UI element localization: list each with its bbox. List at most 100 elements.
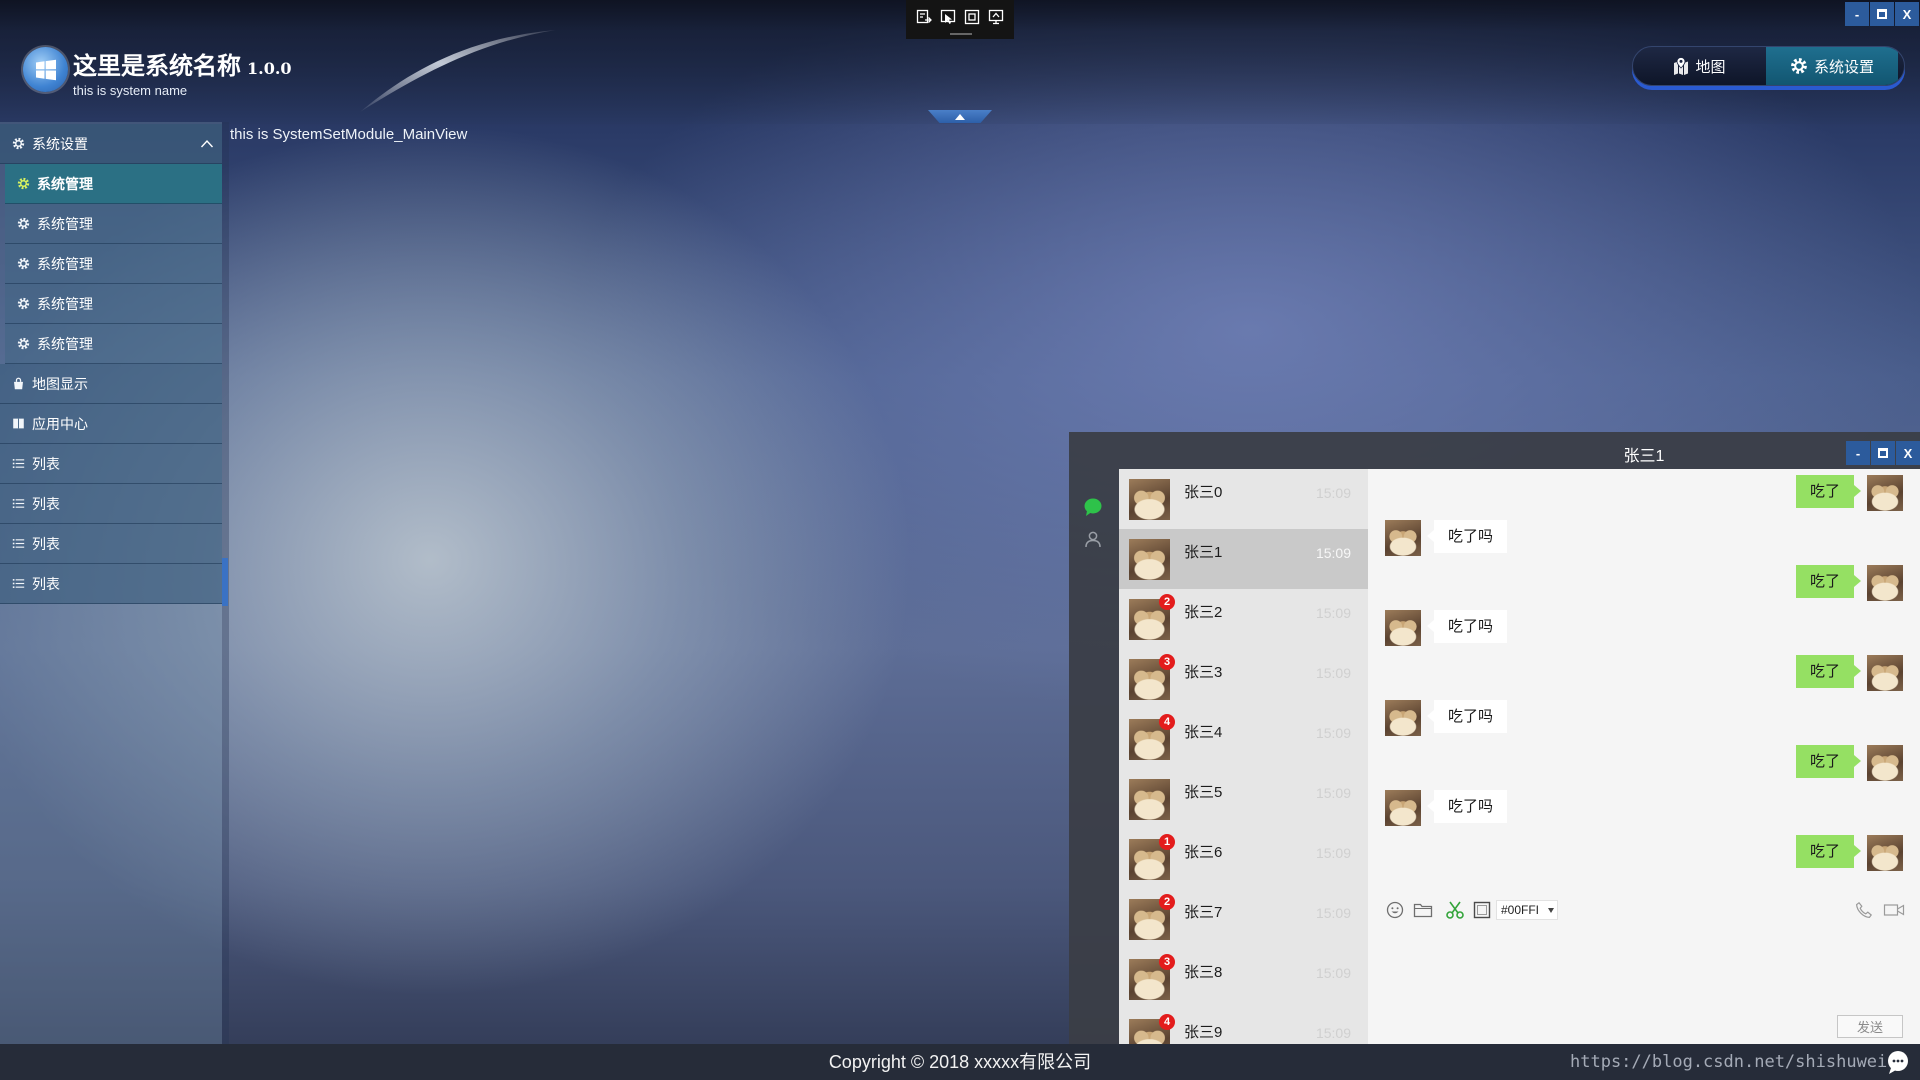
contact-item[interactable]: 4 张三4 15:09: [1119, 709, 1368, 769]
contact-item[interactable]: 3 张三3 15:09: [1119, 649, 1368, 709]
message-bubble: 吃了: [1795, 745, 1862, 778]
chat-window: 张三1 - X 张三0 15:09 张三1 15:09 2 张三2 15:09 3 张三3 15:…: [1069, 432, 1920, 1044]
gear-icon: [16, 217, 30, 231]
watermark-text: https://blog.csdn.net/shishuwei: [1570, 1052, 1888, 1072]
fullscreen-icon[interactable]: [962, 7, 982, 27]
avatar: [1867, 655, 1903, 691]
sidebar-item-list[interactable]: 列表: [0, 484, 222, 524]
contact-item[interactable]: 2 张三7 15:09: [1119, 889, 1368, 949]
sidebar-item-list[interactable]: 列表: [0, 524, 222, 564]
sidebar-item-label: 列表: [32, 455, 60, 472]
sidebar-toggle-handle[interactable]: [222, 558, 228, 606]
sidebar-item-map-display[interactable]: 地图显示: [0, 364, 222, 404]
contact-item[interactable]: 张三0 15:09: [1119, 469, 1368, 529]
nav-map-button[interactable]: 地图: [1633, 47, 1766, 85]
image-icon[interactable]: [1471, 899, 1493, 921]
contact-item[interactable]: 1 张三6 15:09: [1119, 829, 1368, 889]
close-button[interactable]: X: [1895, 2, 1919, 26]
incoming-message: 吃了吗: [1368, 520, 1920, 556]
chat-bubble-icon[interactable]: [1083, 497, 1103, 517]
contact-list[interactable]: 张三0 15:09 张三1 15:09 2 张三2 15:09 3 张三3 15:09 4 张三4 15…: [1119, 469, 1368, 1044]
chat-minimize-button[interactable]: -: [1846, 441, 1870, 465]
nav-map-label: 地图: [1695, 58, 1726, 76]
video-icon[interactable]: [1883, 899, 1905, 921]
chat-side-strip: [1069, 469, 1119, 1044]
chat-pane: 吃了 吃了吗 吃了 吃了吗 吃了 吃了吗 吃了 吃了吗 吃了 #00FFI 发送: [1368, 469, 1920, 1044]
phone-icon[interactable]: [1853, 899, 1875, 921]
contact-time: 15:09: [1315, 725, 1351, 741]
pointer-select-icon[interactable]: [938, 7, 958, 27]
folder-icon[interactable]: [1412, 899, 1434, 921]
chat-maximize-button[interactable]: [1871, 441, 1895, 465]
minimize-button[interactable]: -: [1845, 2, 1869, 26]
contact-name: 张三6: [1184, 844, 1223, 861]
nav-system-settings-button[interactable]: 系统设置: [1766, 47, 1898, 85]
scissors-icon[interactable]: [1444, 899, 1466, 921]
sidebar-item-system-management[interactable]: 系统管理: [5, 244, 222, 284]
avatar: [1385, 790, 1421, 826]
message-text: 吃了吗: [1448, 528, 1494, 545]
contact-item[interactable]: 2 张三2 15:09: [1119, 589, 1368, 649]
message-bubble: 吃了吗: [1426, 790, 1508, 823]
sidebar-item-system-management[interactable]: 系统管理: [5, 324, 222, 364]
message-bubble: 吃了: [1795, 565, 1862, 598]
avatar: [1129, 779, 1170, 820]
color-select-value: #00FFI: [1501, 903, 1540, 917]
contact-time: 15:09: [1315, 485, 1351, 501]
gear-icon: [11, 137, 25, 151]
maximize-icon: [1878, 448, 1888, 458]
list-icon: [11, 457, 25, 471]
sidebar-item-label: 系统管理: [37, 335, 93, 352]
contact-item[interactable]: 3 张三8 15:09: [1119, 949, 1368, 1009]
contact-item[interactable]: 张三1 15:09: [1119, 529, 1368, 589]
header-swoosh: [360, 30, 556, 112]
sidebar-group-system-settings[interactable]: 系统设置: [0, 124, 222, 164]
gear-icon: [16, 297, 30, 311]
sidebar-item-label: 列表: [32, 535, 60, 552]
sidebar-item-list[interactable]: 列表: [0, 564, 222, 604]
message-text: 吃了: [1809, 843, 1840, 860]
top-navigation: 地图 系统设置: [1632, 46, 1905, 86]
sidebar-item-app-center[interactable]: 应用中心: [0, 404, 222, 444]
contact-name: 张三0: [1184, 484, 1223, 501]
avatar: [1129, 479, 1170, 520]
contact-item[interactable]: 张三5 15:09: [1119, 769, 1368, 829]
gear-icon: [16, 337, 30, 351]
sidebar-item-system-management[interactable]: 系统管理: [5, 284, 222, 324]
unread-badge: 2: [1159, 594, 1175, 610]
unread-badge: 3: [1159, 654, 1175, 670]
message-bubble: 吃了吗: [1426, 700, 1508, 733]
avatar: 3: [1129, 654, 1175, 700]
screen-share-icon[interactable]: [986, 7, 1006, 27]
send-button[interactable]: 发送: [1837, 1015, 1903, 1038]
message-bubble: 吃了吗: [1426, 520, 1508, 553]
contact-time: 15:09: [1315, 845, 1351, 861]
contact-item[interactable]: 4 张三9 15:09: [1119, 1009, 1368, 1044]
chat-close-button[interactable]: X: [1896, 441, 1920, 465]
avatar: [1867, 745, 1903, 781]
contact-name: 张三1: [1184, 544, 1223, 561]
chevron-up-icon: [955, 113, 965, 120]
unread-badge: 2: [1159, 894, 1175, 910]
incoming-message: 吃了吗: [1368, 790, 1920, 826]
export-icon[interactable]: [914, 7, 934, 27]
avatar: 3: [1129, 954, 1175, 1000]
message-text: 吃了: [1809, 663, 1840, 680]
sidebar-item-label: 地图显示: [32, 375, 88, 392]
avatar: [1867, 835, 1903, 871]
contact-name: 张三3: [1184, 664, 1223, 681]
message-input[interactable]: [1378, 927, 1910, 1011]
chat-bubble-icon: [1888, 1051, 1908, 1074]
sidebar-item-system-management[interactable]: 系统管理: [5, 164, 222, 204]
contacts-icon[interactable]: [1083, 529, 1103, 549]
gear-icon: [1791, 58, 1807, 74]
chevron-up-icon[interactable]: [200, 137, 214, 151]
maximize-button[interactable]: [1870, 2, 1894, 26]
color-select[interactable]: #00FFI: [1496, 900, 1558, 920]
emoji-icon[interactable]: [1384, 899, 1406, 921]
contact-time: 15:09: [1315, 965, 1351, 981]
avatar: [1867, 565, 1903, 601]
message-text: 吃了吗: [1448, 708, 1494, 725]
sidebar-item-list[interactable]: 列表: [0, 444, 222, 484]
sidebar-item-system-management[interactable]: 系统管理: [5, 204, 222, 244]
